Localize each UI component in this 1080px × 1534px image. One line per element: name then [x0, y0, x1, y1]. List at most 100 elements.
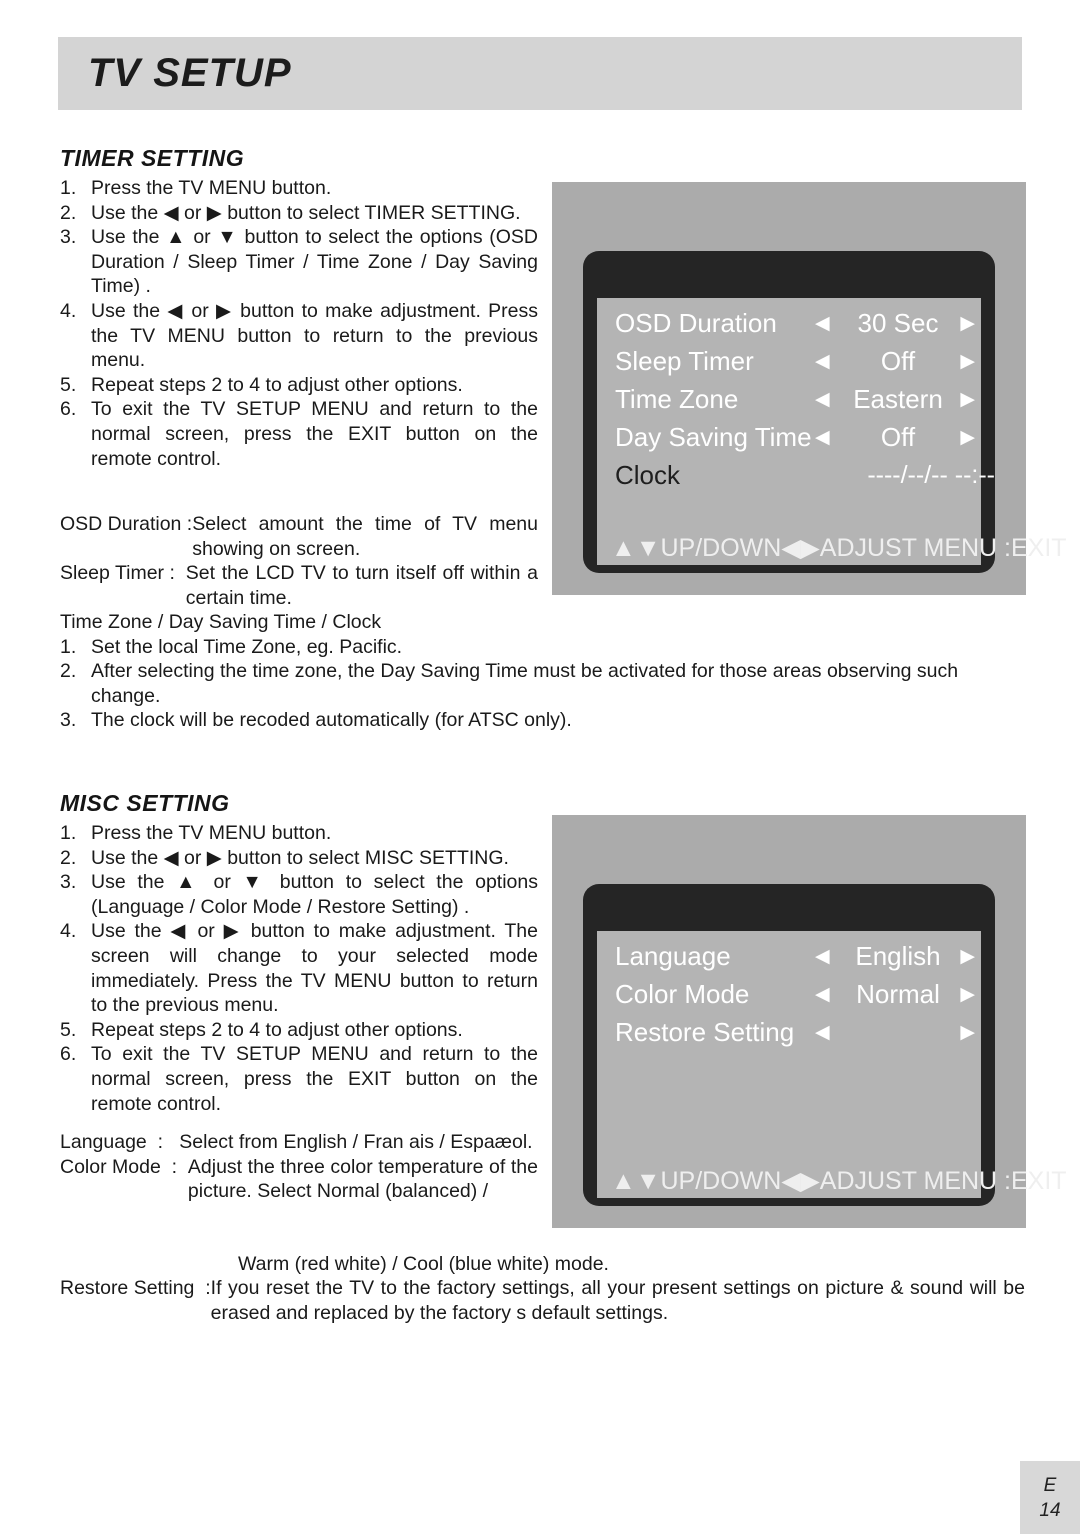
osd-menu-area: OSD Duration ◀ 30 Sec ▶ Sleep Timer ◀ Of… — [597, 298, 1067, 565]
step-number: 2. — [60, 660, 77, 683]
list-item: 1. Press the TV MENU button. — [60, 821, 538, 846]
osd-label: Sleep Timer — [615, 345, 754, 376]
step-text: Press the TV MENU button. — [91, 822, 332, 844]
page-number: 14 — [1039, 1499, 1061, 1521]
list-item: 1. Set the local Time Zone, eg. Pacific. — [60, 635, 1025, 660]
page-title: TV SETUP — [88, 51, 292, 95]
misc-osd-panel: Language ◀ English ▶ Color Mode ◀ Normal… — [552, 815, 1067, 1228]
osd-label: Time Zone — [615, 383, 739, 414]
osd-value: English — [855, 940, 941, 971]
osd-value: Eastern — [853, 383, 943, 414]
misc-setting-text-block: MISC SETTING 1. Press the TV MENU button.… — [60, 790, 538, 1116]
osd-value: Normal — [856, 978, 940, 1009]
list-item: 5. Repeat steps 2 to 4 to adjust other op… — [60, 373, 538, 398]
right-arrow-icon[interactable]: ▶ — [951, 312, 981, 335]
restore-setting-block: Restore Setting : If you reset the TV to… — [60, 1276, 1025, 1325]
list-item: 1. Press the TV MENU button. — [60, 176, 538, 201]
list-item: 6. To exit the TV SETUP MENU and return t… — [60, 1042, 538, 1116]
list-item: 6. To exit the TV SETUP MENU and return t… — [60, 397, 538, 471]
step-number: 3. — [60, 871, 77, 894]
definition-label: Restore Setting : — [60, 1277, 211, 1299]
step-text: Use the ▲ or ▼ button to select the opti… — [91, 226, 538, 298]
osd-row-time-zone[interactable]: Time Zone ◀ Eastern ▶ — [597, 380, 981, 418]
left-arrow-icon[interactable]: ◀ — [815, 350, 845, 373]
osd-row-restore-setting[interactable]: Restore Setting ◀ ▶ — [597, 1013, 981, 1051]
osd-row-sleep-timer[interactable]: Sleep Timer ◀ Off ▶ — [597, 342, 981, 380]
list-item: 2. Use the ◀ or ▶ button to select TIMER … — [60, 201, 538, 226]
step-number: 4. — [60, 920, 77, 943]
left-arrow-icon[interactable]: ◀ — [815, 426, 845, 449]
right-arrow-icon[interactable]: ▶ — [951, 1021, 981, 1044]
left-arrow-icon[interactable]: ◀ — [815, 312, 845, 335]
page-header-bar: TV SETUP — [58, 37, 1022, 110]
right-arrow-icon[interactable]: ▶ — [951, 945, 981, 968]
list-item: 5. Repeat steps 2 to 4 to adjust other op… — [60, 1018, 538, 1043]
step-number: 3. — [60, 226, 77, 249]
osd-row-language[interactable]: Language ◀ English ▶ — [597, 937, 981, 975]
osd-row-clock[interactable]: Clock ----/--/-- --:-- — [597, 456, 995, 494]
step-number: 3. — [60, 709, 77, 732]
list-item: 2. After selecting the time zone, the Day… — [60, 659, 1025, 708]
misc-setting-steps: 1. Press the TV MENU button. 2. Use the ◀ … — [60, 821, 538, 1116]
osd-status-bar: ▲▼UP/DOWN◀▶ADJUST MENU :EXIT — [611, 1167, 1067, 1195]
list-item: 4. Use the ◀ or ▶ button to make adjustme… — [60, 919, 538, 1017]
step-number: 2. — [60, 201, 77, 224]
list-item: 3. Use the ▲ or ▼ button to select the op… — [60, 225, 538, 299]
step-text: After selecting the time zone, the Day S… — [91, 660, 959, 707]
osd-row-osd-duration[interactable]: OSD Duration ◀ 30 Sec ▶ — [597, 304, 981, 342]
osd-label: Day Saving Time — [615, 421, 812, 452]
right-arrow-icon[interactable]: ▶ — [951, 426, 981, 449]
right-arrow-icon[interactable]: ▶ — [951, 983, 981, 1006]
definition-text: Set the LCD TV to turn itself off within… — [185, 562, 538, 609]
step-number: 5. — [60, 373, 77, 396]
definition-label: Language : — [60, 1131, 180, 1153]
misc-definitions: Language : Select from English / Fran ai… — [60, 1130, 538, 1204]
osd-menu-area: Language ◀ English ▶ Color Mode ◀ Normal… — [597, 931, 1067, 1198]
step-number: 6. — [60, 1043, 77, 1066]
timer-setting-text-block: TIMER SETTING 1. Press the TV MENU button… — [60, 145, 538, 471]
osd-status-bar: ▲▼UP/DOWN◀▶ADJUST MENU :EXIT — [611, 534, 1067, 562]
definition-text: Select amount the time of TV menu showin… — [192, 513, 538, 560]
osd-value: 30 Sec — [857, 307, 939, 338]
definition-text: Select from English / Fran ais / Espaæol… — [179, 1131, 533, 1153]
definition-language: Language : Select from English / Fran ai… — [60, 1130, 538, 1155]
timer-definitions: OSD Duration : Select amount the time of… — [60, 512, 538, 610]
left-arrow-icon[interactable]: ◀ — [815, 388, 845, 411]
step-text: Use the ◀ or ▶ button to make adjustment… — [91, 299, 538, 372]
step-text: The clock will be recoded automatically … — [91, 709, 572, 732]
osd-row-day-saving-time[interactable]: Day Saving Time ◀ Off ▶ — [597, 418, 981, 456]
timezone-heading: Time Zone / Day Saving Time / Clock — [60, 611, 382, 633]
step-text: Press the TV MENU button. — [91, 177, 332, 199]
language-code: E — [1043, 1474, 1057, 1496]
definition-osd-duration: OSD Duration : Select amount the time of… — [60, 512, 538, 561]
definition-text: Adjust the three color temperature of th… — [187, 1155, 538, 1203]
step-number: 1. — [60, 822, 77, 844]
step-text: Repeat steps 2 to 4 to adjust other opti… — [91, 1018, 463, 1041]
timezone-steps: 1. Set the local Time Zone, eg. Pacific. … — [60, 635, 1025, 733]
left-arrow-icon[interactable]: ◀ — [815, 983, 845, 1006]
right-arrow-icon[interactable]: ▶ — [951, 388, 981, 411]
step-text: Use the ◀ or ▶ button to select MISC SET… — [91, 846, 509, 869]
definition-label: Sleep Timer : — [60, 562, 186, 585]
step-number: 2. — [60, 846, 77, 869]
osd-label: OSD Duration — [615, 307, 777, 338]
step-text: Use the ▲ or ▼ button to select the opti… — [91, 871, 538, 918]
definition-sleep-timer: Sleep Timer : Set the LCD TV to turn its… — [60, 561, 538, 610]
step-text: Use the ◀ or ▶ button to make adjustment… — [91, 920, 538, 1017]
list-item: 4. Use the ◀ or ▶ button to make adjustme… — [60, 299, 538, 373]
step-text: Set the local Time Zone, eg. Pacific. — [91, 635, 403, 658]
left-arrow-icon[interactable]: ◀ — [815, 945, 845, 968]
misc-setting-heading: MISC SETTING — [60, 790, 230, 816]
step-number: 4. — [60, 299, 77, 322]
page-footer: E 14 — [1020, 1461, 1080, 1534]
osd-row-color-mode[interactable]: Color Mode ◀ Normal ▶ — [597, 975, 981, 1013]
left-arrow-icon[interactable]: ◀ — [815, 1021, 845, 1044]
definition-color-mode: Color Mode : Adjust the three color temp… — [60, 1155, 538, 1204]
timer-osd-panel: OSD Duration ◀ 30 Sec ▶ Sleep Timer ◀ Of… — [552, 182, 1067, 595]
osd-label: Color Mode — [615, 978, 750, 1009]
right-arrow-icon[interactable]: ▶ — [951, 350, 981, 373]
osd-rows: OSD Duration ◀ 30 Sec ▶ Sleep Timer ◀ Of… — [597, 298, 995, 494]
timer-setting-heading: TIMER SETTING — [60, 145, 245, 171]
osd-rows: Language ◀ English ▶ Color Mode ◀ Normal… — [597, 931, 981, 1051]
definition-label: Color Mode : — [60, 1155, 188, 1178]
